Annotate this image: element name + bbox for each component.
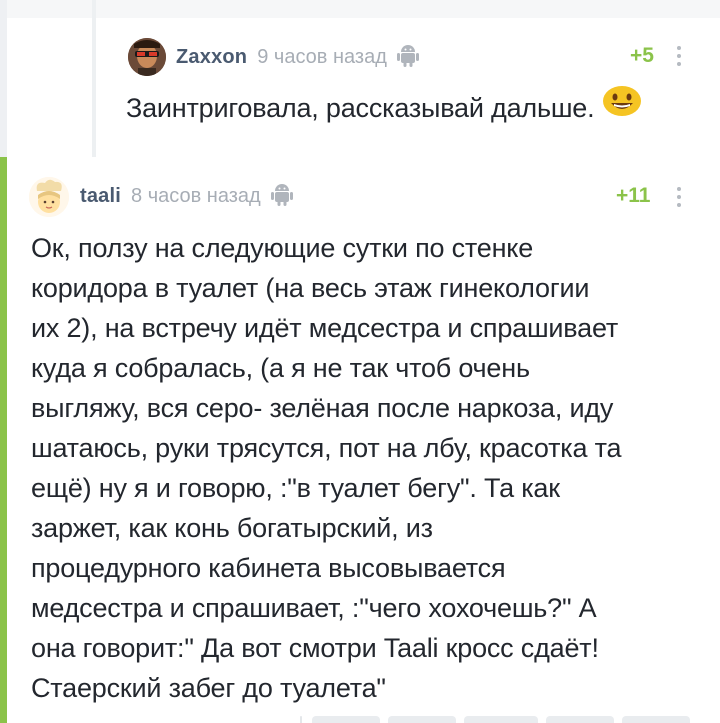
avatar[interactable] [29,177,69,217]
comment-line: Стаерский забег до туалета" [31,673,386,703]
comment-meta: Zaxxon 9 часов назад [176,44,419,70]
comment-line: медсестра и спрашивает, :"чего хохочешь?… [31,593,597,623]
comment-zaxxon: Zaxxon 9 часов назад +5 Заинтриговала, р… [96,18,720,157]
author-name[interactable]: taali [80,185,121,208]
comment-text: Ок, ползу на следующие сутки по стенке к… [31,228,711,708]
comment-rating[interactable]: +11 [616,184,650,208]
comment-taali: taali 8 часов назад +11 Ок, ползу на сле… [7,157,720,723]
comment-line: коридора в туалет (на весь этаж гинеколо… [31,273,590,303]
comment-text-body: Заинтриговала, рассказывай дальше. [126,93,595,123]
action-button[interactable] [312,716,380,723]
avatar[interactable] [128,38,166,76]
more-options-icon[interactable] [677,46,681,66]
comment-line: выгляжу, вся серо- зелёная после наркоза… [31,393,614,423]
comment-line: Ок, ползу на следующие сутки по стенке [31,233,534,263]
top-margin [0,0,720,18]
action-button[interactable] [622,716,690,723]
avatar-image-icon [29,177,69,217]
android-icon [396,43,419,72]
comment-line: их 2), на встречу идёт медсестра и спраш… [31,313,619,343]
comment-time[interactable]: 8 часов назад [131,185,261,208]
comment-line: заржет, как конь богатырский, из [31,513,433,543]
comment-meta: taali 8 часов назад [80,183,293,209]
comment-line: ещё) ну я и говорю, :"в туалет бегу". Та… [31,473,560,503]
more-options-icon[interactable] [677,187,681,207]
comment-time[interactable]: 9 часов назад [257,46,387,69]
author-name[interactable]: Zaxxon [176,46,247,69]
comment-line: она говорит:" Да вот смотри Taali кросс … [31,633,599,663]
smiling-face-icon [602,85,642,128]
comment-line: шатаюсь, руки трясутся, пот на лбу, крас… [31,433,622,463]
comment-text: Заинтриговала, рассказывай дальше. [126,85,642,131]
action-button[interactable] [546,716,614,723]
action-button[interactable] [388,716,456,723]
reply-thread-line [300,716,302,723]
comment-line: процедурного кабинета высовывается [31,553,506,583]
action-button[interactable] [464,716,538,723]
android-icon [270,182,293,211]
comment-rating[interactable]: +5 [630,44,654,68]
thread-line[interactable] [0,0,7,157]
comment-highlight-bar [0,157,7,723]
comment-line: куда я собралась, (а я не так чтоб очень [31,353,530,383]
avatar-image-icon [128,38,166,76]
